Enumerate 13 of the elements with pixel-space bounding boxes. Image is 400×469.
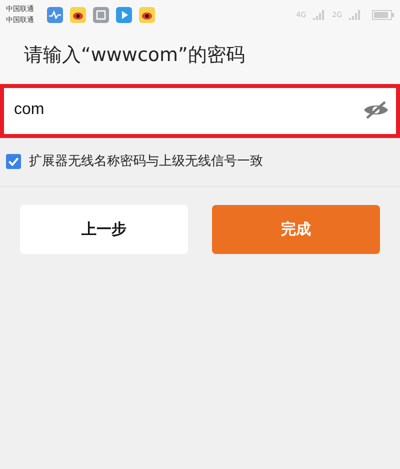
password-field[interactable]: com — [2, 86, 398, 136]
play-icon — [116, 7, 132, 23]
signal-icon — [349, 10, 361, 20]
eye-app-icon — [139, 7, 155, 23]
eye-app-icon — [70, 7, 86, 23]
signal-icon — [313, 10, 326, 20]
prompt-title: 请输入“wwwcom”的密码 — [0, 30, 400, 86]
heart-monitor-icon — [47, 7, 63, 23]
checkbox[interactable] — [6, 154, 21, 168]
eye-slash-icon[interactable] — [362, 100, 390, 120]
back-button[interactable]: 上一步 — [20, 205, 188, 254]
battery-icon — [372, 10, 394, 20]
checkbox-label: 扩展器无线名称密码与上级无线信号一致 — [29, 153, 263, 170]
